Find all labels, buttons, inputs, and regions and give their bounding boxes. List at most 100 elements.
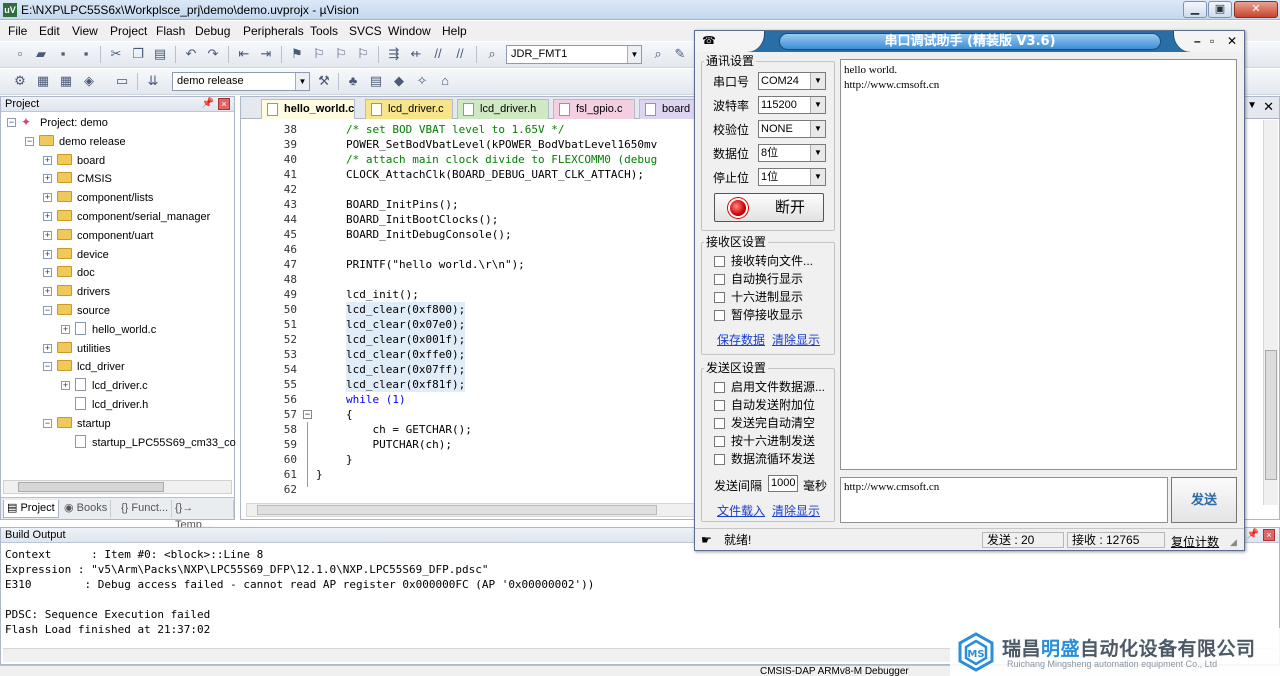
translate-icon[interactable]: ⚙	[12, 73, 28, 89]
minimize-button[interactable]: ▁	[1183, 1, 1207, 18]
download-icon[interactable]: ⇊	[145, 73, 161, 89]
editor-horizontal-scrollbar[interactable]	[246, 503, 696, 517]
expand-icon[interactable]: +	[43, 230, 52, 240]
tab-lcd-driver-c[interactable]: lcd_driver.c	[365, 99, 453, 119]
nav-forward-icon[interactable]: ⇥	[258, 46, 274, 62]
copy-icon[interactable]: ❐	[130, 46, 146, 62]
tree-target[interactable]: − demo release	[25, 133, 126, 151]
incremental-find-icon[interactable]: ✎	[672, 46, 688, 62]
collapse-icon[interactable]: −	[43, 362, 52, 372]
send-button[interactable]: 发送	[1171, 477, 1237, 523]
pause-recv-checkbox[interactable]	[714, 310, 725, 321]
reset-count-link[interactable]: 复位计数	[1171, 533, 1219, 550]
expand-icon[interactable]: +	[43, 193, 52, 203]
rebuild-icon[interactable]: ▦	[58, 73, 74, 89]
next-bookmark-icon[interactable]: ⚐	[333, 46, 349, 62]
find-combo[interactable]: JDR_FMT1 ▼	[506, 45, 642, 64]
hex-send-checkbox[interactable]	[714, 436, 725, 447]
resize-grip-icon[interactable]: ◢	[1230, 535, 1237, 549]
open-folder-icon[interactable]: ▰	[33, 46, 49, 62]
expand-icon[interactable]: +	[43, 249, 52, 259]
data-bits-select[interactable]: 8位 ▼	[758, 144, 826, 162]
tree-file[interactable]: startup_LPC55S69_cm33_co	[75, 434, 236, 452]
pack-installer-icon[interactable]: ▤	[368, 73, 384, 89]
tree-folder[interactable]: + component/uart	[43, 227, 153, 245]
tree-folder[interactable]: + drivers	[43, 283, 110, 301]
paste-icon[interactable]: ▤	[152, 46, 168, 62]
expand-icon[interactable]: +	[43, 174, 52, 184]
interval-input[interactable]: 1000	[768, 475, 798, 492]
manage-components-icon[interactable]: ⌂	[437, 73, 453, 89]
find-in-files-icon[interactable]: ⌕	[484, 46, 500, 62]
editor-vertical-scrollbar[interactable]	[1263, 120, 1278, 505]
tree-file[interactable]: + lcd_driver.c	[61, 377, 148, 395]
clear-recv-link[interactable]: 清除显示	[772, 331, 820, 348]
menu-window[interactable]: Window	[388, 24, 431, 38]
expand-icon[interactable]: +	[61, 381, 70, 391]
collapse-icon[interactable]: −	[25, 136, 34, 146]
pin-icon[interactable]: 📌	[202, 97, 214, 111]
menu-help[interactable]: Help	[442, 24, 467, 38]
chevron-down-icon[interactable]: ▼	[295, 73, 309, 90]
close-icon[interactable]: ✕	[1263, 99, 1274, 115]
save-data-link[interactable]: 保存数据	[717, 331, 765, 348]
menu-debug[interactable]: Debug	[195, 24, 230, 38]
tab-books[interactable]: ◉ Books	[61, 500, 112, 518]
maximize-button[interactable]: ▣	[1208, 1, 1232, 18]
menu-tools[interactable]: Tools	[310, 24, 338, 38]
close-icon[interactable]: ×	[1263, 529, 1275, 541]
hex-display-checkbox[interactable]	[714, 292, 725, 303]
tab-templates[interactable]: {}→ Temp...	[172, 500, 234, 531]
menu-file[interactable]: File	[8, 24, 27, 38]
tab-board[interactable]: board	[639, 99, 699, 119]
load-file-link[interactable]: 文件载入	[717, 502, 765, 519]
target-options-icon[interactable]: ⚒	[316, 73, 332, 89]
tab-functions[interactable]: {} Funct...	[118, 500, 173, 518]
clear-send-link[interactable]: 清除显示	[772, 502, 820, 519]
send-text-area[interactable]: http://www.cmsoft.cn	[840, 477, 1168, 523]
comment-icon[interactable]: //	[430, 46, 446, 62]
tree-folder[interactable]: + utilities	[43, 340, 111, 358]
tree-folder[interactable]: + doc	[43, 264, 95, 282]
auto-clear-checkbox[interactable]	[714, 418, 725, 429]
find-icon[interactable]: ⌕	[650, 46, 666, 62]
indent-icon[interactable]: ⇶	[386, 46, 402, 62]
redo-icon[interactable]: ↷	[205, 46, 221, 62]
new-file-icon[interactable]: ▫	[12, 46, 28, 62]
tree-file[interactable]: lcd_driver.h	[75, 396, 148, 414]
expand-icon[interactable]: +	[43, 343, 52, 353]
tab-list-dropdown-icon[interactable]: ▼	[1247, 100, 1257, 111]
tree-folder[interactable]: + component/serial_manager	[43, 208, 210, 226]
menu-peripherals[interactable]: Peripherals	[243, 24, 304, 38]
tree-folder[interactable]: + CMSIS	[43, 170, 112, 188]
expand-icon[interactable]: +	[43, 212, 52, 221]
disconnect-button[interactable]: 断开	[714, 193, 824, 222]
uncomment-icon[interactable]: //	[452, 46, 468, 62]
menu-view[interactable]: View	[72, 24, 98, 38]
menu-project[interactable]: Project	[110, 24, 147, 38]
prev-bookmark-icon[interactable]: ⚐	[311, 46, 327, 62]
menu-flash[interactable]: Flash	[156, 24, 185, 38]
cut-icon[interactable]: ✂	[108, 46, 124, 62]
tree-folder[interactable]: + device	[43, 246, 109, 264]
manage-project-icon[interactable]: ♣	[345, 73, 361, 89]
parity-select[interactable]: NONE ▼	[758, 120, 826, 138]
serial-close-button[interactable]: ✕	[1227, 34, 1237, 48]
tree-folder[interactable]: + component/lists	[43, 189, 153, 207]
baud-select[interactable]: 115200 ▼	[758, 96, 826, 114]
auto-append-checkbox[interactable]	[714, 400, 725, 411]
menu-edit[interactable]: Edit	[39, 24, 60, 38]
tree-project[interactable]: − ✦ Project: demo	[7, 114, 108, 132]
select-packs-icon[interactable]: ◆	[391, 73, 407, 89]
tab-hello-world-c[interactable]: hello_world.c	[261, 99, 355, 119]
auto-newline-checkbox[interactable]	[714, 274, 725, 285]
undo-icon[interactable]: ↶	[183, 46, 199, 62]
target-combo[interactable]: demo release ▼	[172, 72, 310, 91]
tree-folder[interactable]: − startup	[43, 415, 111, 433]
tree-folder[interactable]: − lcd_driver	[43, 358, 125, 376]
tree-horizontal-scrollbar[interactable]	[3, 480, 232, 494]
stop-build-icon[interactable]: ▭	[114, 73, 130, 89]
bookmark-icon[interactable]: ⚑	[289, 46, 305, 62]
close-button[interactable]: ✕	[1234, 1, 1278, 18]
tab-project[interactable]: ▤ Project	[3, 500, 59, 518]
